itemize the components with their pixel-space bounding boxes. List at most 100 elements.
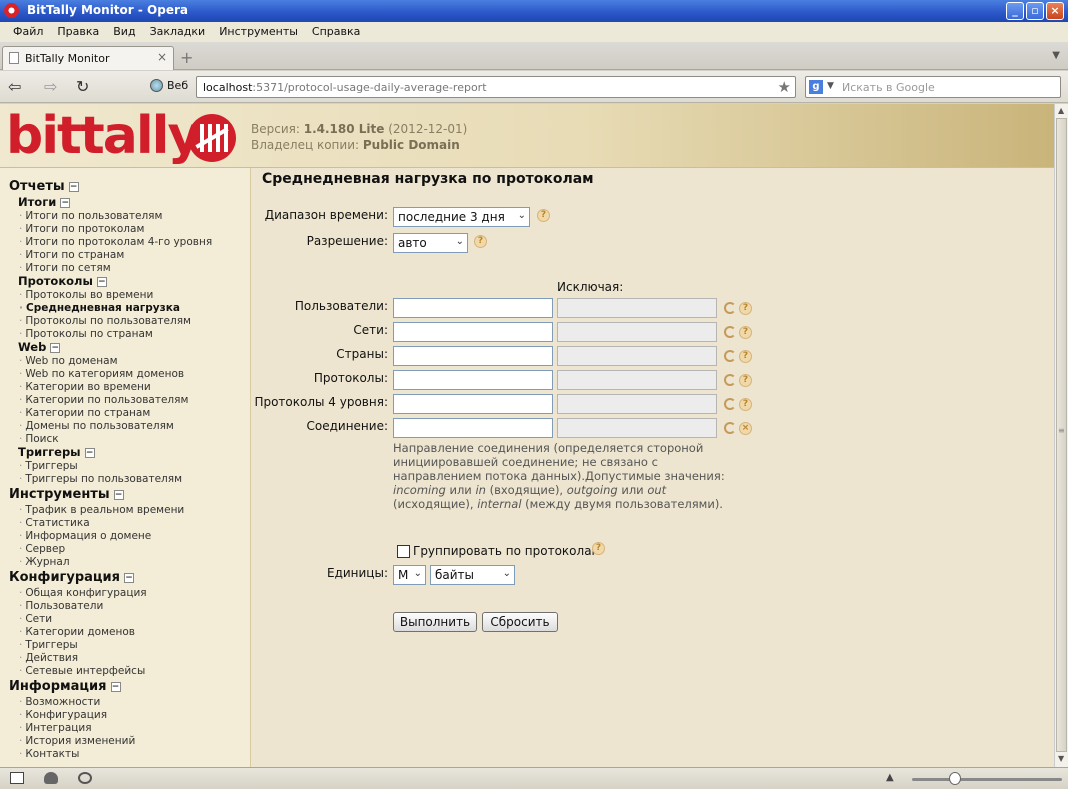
panel-toggle-icon[interactable] [10, 772, 24, 784]
sidebar-item-categories-time[interactable]: Категории во времени [19, 381, 150, 393]
countries-exclude-input[interactable] [557, 346, 717, 366]
menu-edit[interactable]: Правка [50, 22, 106, 42]
collapse-icon[interactable]: − [110, 681, 121, 692]
collapse-icon[interactable]: − [84, 447, 95, 458]
sidebar-item-actions[interactable]: Действия [19, 652, 78, 664]
collapse-icon[interactable]: − [50, 342, 61, 353]
menu-view[interactable]: Вид [106, 22, 142, 42]
help-icon[interactable]: ? [739, 302, 752, 315]
search-engine-dropdown-icon[interactable]: ▼ [827, 81, 834, 91]
help-icon[interactable]: ? [739, 374, 752, 387]
reset-icon[interactable] [724, 422, 736, 434]
sidebar-item-categories-countries[interactable]: Категории по странам [19, 407, 150, 419]
tab-menu-chevron-icon[interactable]: ▼ [1052, 50, 1060, 61]
sidebar-item-triggers[interactable]: Триггеры [19, 460, 77, 472]
collapse-icon[interactable]: − [96, 276, 107, 287]
networks-input[interactable] [393, 322, 553, 342]
sidebar-item-users[interactable]: Пользователи [19, 600, 103, 612]
scroll-up-icon[interactable]: ▲ [1058, 106, 1064, 115]
sidebar-item-web-categories[interactable]: Web по категориям доменов [19, 368, 184, 380]
zoom-slider[interactable] [912, 778, 1062, 781]
countries-input[interactable] [393, 346, 553, 366]
sidebar-item-realtime[interactable]: Трафик в реальном времени [19, 504, 184, 516]
sidebar-subsection-protocols[interactable]: Протоколы − [18, 274, 107, 288]
sidebar-item-config-triggers[interactable]: Триггеры [19, 639, 77, 651]
collapse-icon[interactable]: − [123, 572, 134, 583]
reset-icon[interactable] [724, 326, 736, 338]
tab-close-icon[interactable]: × [157, 50, 167, 64]
sidebar-item-totals-protocols[interactable]: Итоги по протоколам [19, 223, 144, 235]
sidebar-item-domains-users[interactable]: Домены по пользователям [19, 420, 173, 432]
sidebar-item-configuration[interactable]: Конфигурация [19, 709, 107, 721]
l4-protocols-exclude-input[interactable] [557, 394, 717, 414]
tab-bittally-monitor[interactable]: BitTally Monitor × [2, 46, 174, 70]
sidebar-item-domain-categories[interactable]: Категории доменов [19, 626, 135, 638]
sidebar-item-server[interactable]: Сервер [19, 543, 65, 555]
zoom-slider-knob[interactable] [949, 772, 961, 785]
clear-icon[interactable]: × [739, 422, 752, 435]
help-icon[interactable]: ? [739, 326, 752, 339]
scrollbar-thumb[interactable] [1056, 118, 1067, 752]
web-button[interactable]: Веб [150, 79, 188, 92]
sidebar-item-triggers-users[interactable]: Триггеры по пользователям [19, 473, 182, 485]
group-by-protocol-checkbox[interactable] [397, 545, 410, 558]
page-scrollbar[interactable]: ▲ ≡ ▼ [1054, 104, 1068, 767]
sidebar-item-integration[interactable]: Интеграция [19, 722, 91, 734]
new-tab-icon[interactable]: + [180, 48, 193, 67]
sidebar-item-search[interactable]: Поиск [19, 433, 58, 445]
sidebar-section-reports[interactable]: Отчеты − [9, 179, 79, 194]
reset-button[interactable]: Сбросить [482, 612, 558, 632]
sidebar-section-info[interactable]: Информация − [9, 679, 121, 694]
menu-bookmarks[interactable]: Закладки [143, 22, 213, 42]
turbo-gauge-icon[interactable] [78, 772, 92, 784]
sidebar-item-contacts[interactable]: Контакты [19, 748, 79, 760]
sidebar-item-features[interactable]: Возможности [19, 696, 100, 708]
bookmark-star-icon[interactable]: ★ [778, 78, 791, 96]
zoom-menu-icon[interactable]: ▲ [886, 772, 894, 783]
unite-cloud-icon[interactable] [44, 772, 58, 784]
minimize-button[interactable]: _ [1006, 2, 1024, 20]
connection-input[interactable] [393, 418, 553, 438]
protocols-exclude-input[interactable] [557, 370, 717, 390]
help-icon[interactable]: ? [537, 209, 550, 222]
close-button[interactable]: × [1046, 2, 1064, 20]
reset-icon[interactable] [724, 350, 736, 362]
reset-icon[interactable] [724, 302, 736, 314]
sidebar-item-protocols-users[interactable]: Протоколы по пользователям [19, 315, 191, 327]
sidebar-item-categories-users[interactable]: Категории по пользователям [19, 394, 188, 406]
reset-icon[interactable] [724, 374, 736, 386]
sidebar-item-interfaces[interactable]: Сетевые интерфейсы [19, 665, 145, 677]
help-icon[interactable]: ? [739, 398, 752, 411]
units-prefix-select[interactable]: M ⌄ [393, 565, 426, 585]
help-icon[interactable]: ? [739, 350, 752, 363]
units-select[interactable]: байты ⌄ [430, 565, 515, 585]
sidebar-item-general-config[interactable]: Общая конфигурация [19, 587, 146, 599]
resolution-select[interactable]: авто ⌄ [393, 233, 468, 253]
sidebar-subsection-triggers[interactable]: Триггеры − [18, 445, 95, 459]
sidebar-item-web-domains[interactable]: Web по доменам [19, 355, 117, 367]
collapse-icon[interactable]: − [113, 489, 124, 500]
time-range-select[interactable]: последние 3 дня ⌄ [393, 207, 530, 227]
sidebar-item-totals-users[interactable]: Итоги по пользователям [19, 210, 162, 222]
users-input[interactable] [393, 298, 553, 318]
bittally-logo[interactable]: bittally [6, 108, 201, 164]
sidebar-item-changelog[interactable]: История изменений [19, 735, 135, 747]
sidebar-item-protocols-countries[interactable]: Протоколы по странам [19, 328, 152, 340]
sidebar-item-statistics[interactable]: Статистика [19, 517, 89, 529]
sidebar-section-config[interactable]: Конфигурация − [9, 570, 134, 585]
address-field[interactable]: localhost:5371/protocol-usage-daily-aver… [196, 76, 796, 98]
sidebar-item-log[interactable]: Журнал [19, 556, 69, 568]
protocols-input[interactable] [393, 370, 553, 390]
collapse-icon[interactable]: − [68, 181, 79, 192]
menu-help[interactable]: Справка [305, 22, 367, 42]
users-exclude-input[interactable] [557, 298, 717, 318]
sidebar-item-domain-info[interactable]: Информация о домене [19, 530, 151, 542]
sidebar-subsection-web[interactable]: Web − [18, 340, 61, 354]
menu-tools[interactable]: Инструменты [212, 22, 305, 42]
connection-exclude-input[interactable] [557, 418, 717, 438]
restore-button[interactable]: ▫ [1026, 2, 1044, 20]
run-button[interactable]: Выполнить [393, 612, 477, 632]
networks-exclude-input[interactable] [557, 322, 717, 342]
scroll-down-icon[interactable]: ▼ [1058, 754, 1064, 763]
menu-file[interactable]: Файл [6, 22, 50, 42]
